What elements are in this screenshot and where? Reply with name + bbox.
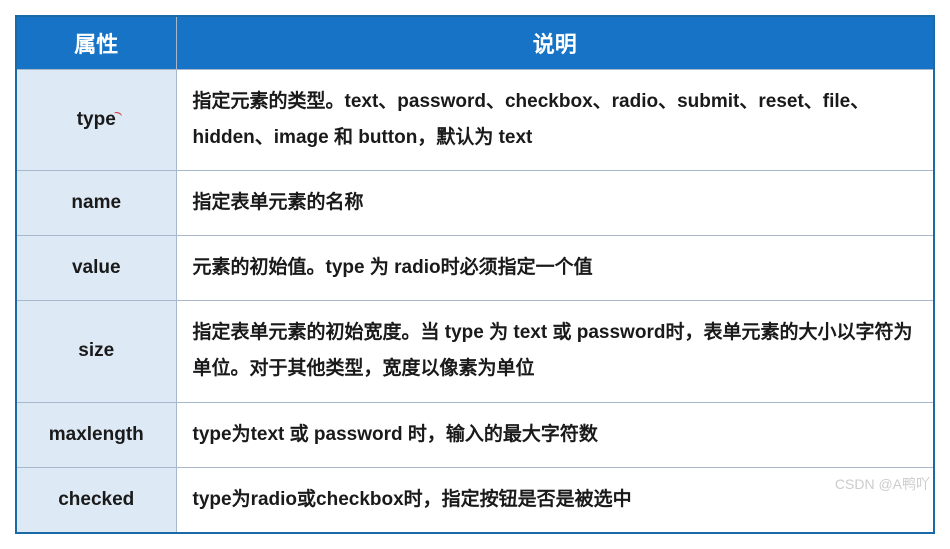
attributes-table: 属性 说明 type 指定元素的类型。text、password、checkbo… (15, 15, 935, 534)
attr-cell-maxlength: maxlength (16, 402, 176, 467)
attr-cell-name: name (16, 171, 176, 236)
attr-cell-value: value (16, 236, 176, 301)
attr-cell-size: size (16, 301, 176, 402)
table-row: name 指定表单元素的名称 (16, 171, 934, 236)
desc-cell-maxlength: type为text 或 password 时，输入的最大字符数 (176, 402, 934, 467)
table-header-row: 属性 说明 (16, 16, 934, 70)
watermark-text: CSDN @A鸭吖 (835, 474, 930, 494)
desc-cell-name: 指定表单元素的名称 (176, 171, 934, 236)
header-desc: 说明 (176, 16, 934, 70)
desc-cell-value: 元素的初始值。type 为 radio时必须指定一个值 (176, 236, 934, 301)
header-attr: 属性 (16, 16, 176, 70)
desc-cell-type: 指定元素的类型。text、password、checkbox、radio、sub… (176, 70, 934, 171)
table-row: size 指定表单元素的初始宽度。当 type 为 text 或 passwor… (16, 301, 934, 402)
desc-cell-size: 指定表单元素的初始宽度。当 type 为 text 或 password时，表单… (176, 301, 934, 402)
table-row: value 元素的初始值。type 为 radio时必须指定一个值 (16, 236, 934, 301)
table-row: type 指定元素的类型。text、password、checkbox、radi… (16, 70, 934, 171)
table-row: maxlength type为text 或 password 时，输入的最大字符… (16, 402, 934, 467)
attr-cell-type: type (16, 70, 176, 171)
